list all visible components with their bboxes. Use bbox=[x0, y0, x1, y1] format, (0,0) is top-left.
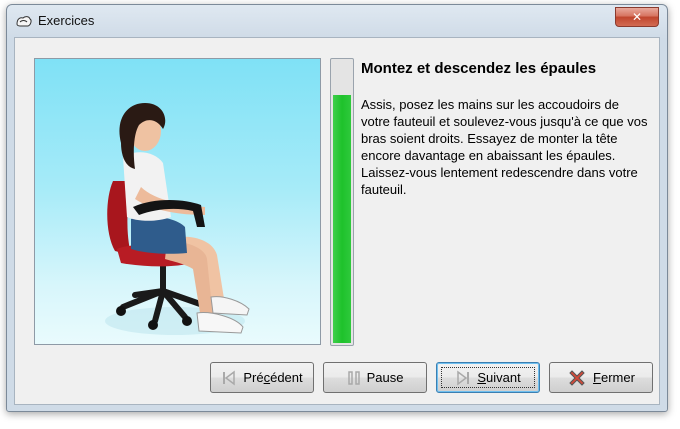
close-button-label: Fermer bbox=[593, 370, 635, 385]
close-button[interactable]: Fermer bbox=[549, 362, 653, 393]
dialog-content: Montez et descendez les épaules Assis, p… bbox=[14, 37, 660, 405]
window-close-button[interactable]: ✕ bbox=[615, 7, 659, 27]
next-button[interactable]: Suivant bbox=[436, 362, 540, 393]
pause-button[interactable]: Pause bbox=[323, 362, 427, 393]
title-bar[interactable]: Exercices ✕ bbox=[7, 5, 667, 37]
window-title: Exercices bbox=[38, 13, 95, 28]
progress-fill bbox=[333, 95, 351, 343]
focus-indicator bbox=[441, 367, 535, 388]
skip-back-icon bbox=[223, 370, 236, 385]
exercise-progress-bar bbox=[330, 58, 354, 346]
exercises-window: Exercices ✕ Montez et descendez les épau… bbox=[6, 4, 668, 412]
exercise-title: Montez et descendez les épaules bbox=[361, 60, 597, 77]
exercise-instructions: Assis, posez les mains sur les accoudoir… bbox=[361, 97, 648, 197]
exercise-illustration bbox=[34, 58, 321, 345]
previous-button[interactable]: Précédent bbox=[210, 362, 314, 393]
pause-button-label: Pause bbox=[366, 370, 404, 385]
app-icon bbox=[16, 16, 32, 27]
red-x-icon bbox=[569, 369, 585, 386]
previous-button-label: Précédent bbox=[243, 370, 303, 385]
seated-woman-illustration bbox=[105, 103, 250, 335]
pause-icon bbox=[347, 370, 360, 385]
